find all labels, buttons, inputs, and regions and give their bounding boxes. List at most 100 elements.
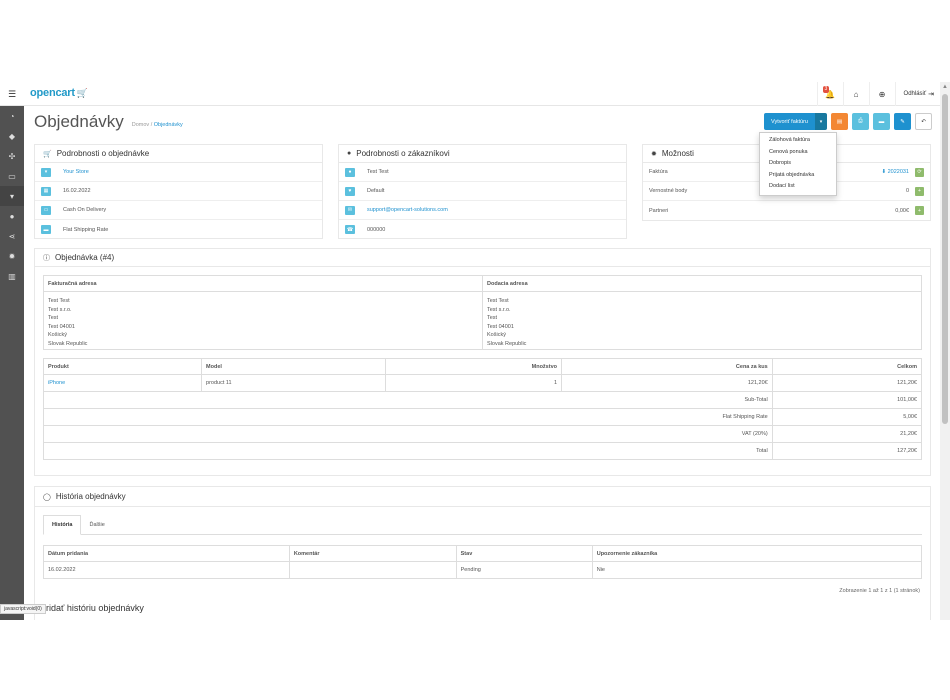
product-price: 121,20€ [561,374,773,392]
home-icon[interactable]: ⌂ [842,82,869,106]
address-table: Fakturačná adresa Dodacia adresa Test Te… [43,275,922,350]
invoice-file-button[interactable]: ▤ [831,113,848,130]
breadcrumb-orders[interactable]: Objednávky [154,122,183,128]
invoice-number[interactable]: ⬇ 2022031 [881,169,909,175]
customer-group-row: ♥ Default [339,182,626,201]
col-total: Celkom [771,358,923,375]
billing-address-header: Fakturačná adresa [43,275,483,292]
history-title: História objednávky [55,492,126,501]
pagination-text: Zobrazenie 1 až 1 z 1 (1 stránok) [839,588,920,594]
dashboard-icon[interactable]: ◔ [0,106,24,126]
page-title: Objednávky [34,112,124,131]
logout-link[interactable]: Odhlásiť ⇥ [894,82,934,106]
user-icon[interactable]: ● [0,206,24,226]
customer-email-link[interactable]: support@opencart-solutions.com [367,207,448,213]
truck-icon: ▬ [41,225,51,234]
scroll-up-arrow-icon[interactable]: ▲ [940,82,950,92]
col-unit-price: Cena za kus [561,358,773,375]
products-table: Produkt Model Množstvo Cena za kus Celko… [42,358,923,460]
shipping-line: Test 04001 [487,323,514,330]
scrollbar[interactable]: ▲ [940,82,950,620]
store-row: ▾ Your Store [35,163,322,182]
cart-logo-icon: 🛒 [76,88,88,98]
shopping-cart-icon: ▾ [41,167,51,177]
page-header: Objednávky Domov / Objednávky [34,112,183,132]
customer-phone: 000000 [367,226,386,233]
add-commission-button[interactable]: + [915,206,924,215]
totals-row: Total 127,20€ [43,442,923,460]
product-model: product 11 [201,374,387,392]
edit-button[interactable]: ✎ [894,113,911,130]
affiliate-value: 0,00€ [895,207,909,214]
payment-row: ▭ Cash On Delivery [35,201,322,220]
puzzle-icon[interactable]: ✣ [0,146,24,166]
dropdown-delivery-note[interactable]: Dodací list [760,181,836,193]
payment-method: Cash On Delivery [63,207,107,213]
customer-name-row: ● Test Test [339,163,626,182]
history-tabs: História Ďalšie [43,515,922,535]
customer-details-title: Podrobnosti o zákazníkovi [356,149,450,158]
sign-out-icon: ⇥ [928,91,934,98]
print-shipping-button[interactable]: ▬ [873,113,890,130]
logo-text: opencart [30,87,75,99]
dropdown-quotation[interactable]: Cenová ponuka [760,147,836,159]
grand-total-value: 127,20€ [771,442,923,460]
shipping-address-header: Dodacia adresa [482,275,922,292]
back-button[interactable]: ↶ [915,113,932,130]
history-comment [288,561,457,579]
col-date-added: Dátum pridania [43,545,290,562]
add-reward-button[interactable]: + [915,186,924,196]
dropdown-received-order[interactable]: Prijatá objednávka [760,170,836,182]
date-row: ▦ 16.02.2022 [35,182,322,201]
logout-label: Odhlásiť [903,91,927,97]
history-notify: Nie [591,561,923,579]
customer-name: Test Test [367,169,389,175]
user-icon: ● [347,150,352,157]
notification-badge: 3 [822,86,830,93]
scrollbar-thumb[interactable] [942,94,948,424]
totals-row: Sub-Total 101,00€ [43,391,923,409]
history-table: Dátum pridania Komentár Stav Upozornenie… [43,545,923,579]
print-invoice-button[interactable]: ⎙ [852,113,869,130]
table-row: 16.02.2022 Pending Nie [43,561,923,579]
shopping-cart-icon: 🛒 [43,150,52,158]
dropdown-credit-note[interactable]: Dobropis [760,158,836,170]
envelope-icon: ✉ [345,205,355,215]
history-status: Pending [455,561,593,579]
product-name-link[interactable]: iPhone [42,374,203,392]
breadcrumb-home[interactable]: Domov [132,122,149,128]
tab-additional[interactable]: Ďalšie [81,515,112,534]
invoice-dropdown-toggle[interactable]: ▾ [815,113,827,130]
bar-chart-icon[interactable]: ▥ [0,266,24,286]
bell-icon[interactable]: 3 🔔 [816,82,843,106]
desktop-icon[interactable]: ▭ [0,166,24,186]
top-header: ☰ opencart 🛒 3 🔔 ⌂ ⊕ Odhlásiť ⇥ [0,82,940,106]
main-content: Objednávky Domov / Objednávky Vytvoriť f… [24,106,940,620]
create-invoice-button[interactable]: Vytvoriť faktúru [763,113,815,130]
globe-icon[interactable]: ⊕ [868,82,895,106]
shipping-line: Test [487,315,498,321]
dropdown-proforma-invoice[interactable]: Zálohová faktúra [760,135,836,147]
table-row: iPhone product 11 1 121,20€ 121,20€ [42,374,923,392]
store-link[interactable]: Your Store [63,169,89,175]
tab-history[interactable]: História [43,515,82,535]
address-wrapper: Fakturačná adresa Dodacia adresa Test Te… [35,267,930,350]
shopping-cart-icon[interactable]: ▾ [0,186,24,206]
affiliate-row: Partneri 0,00€ + [643,201,930,220]
share-icon[interactable]: ⋖ [0,226,24,246]
phone-icon: ☎ [345,225,355,234]
invoice-number-value: 2022031 [887,169,909,175]
subtotal-label: Sub-Total [43,391,773,409]
history-date: 16.02.2022 [43,561,290,579]
grand-total-label: Total [43,442,773,460]
cog-icon[interactable]: ✹ [0,246,24,266]
order-details-heading: 🛒 Podrobnosti o objednávke [35,145,322,163]
tag-icon[interactable]: ◆ [0,126,24,146]
menu-toggle-icon[interactable]: ☰ [0,82,24,106]
refresh-invoice-button[interactable]: ⟳ [915,167,924,177]
logo[interactable]: opencart 🛒 [30,87,88,99]
customer-details-heading: ● Podrobnosti o zákazníkovi [339,145,626,163]
col-product: Produkt [42,358,203,375]
customer-group: Default [367,188,385,194]
vat-value: 21,20€ [771,425,923,443]
